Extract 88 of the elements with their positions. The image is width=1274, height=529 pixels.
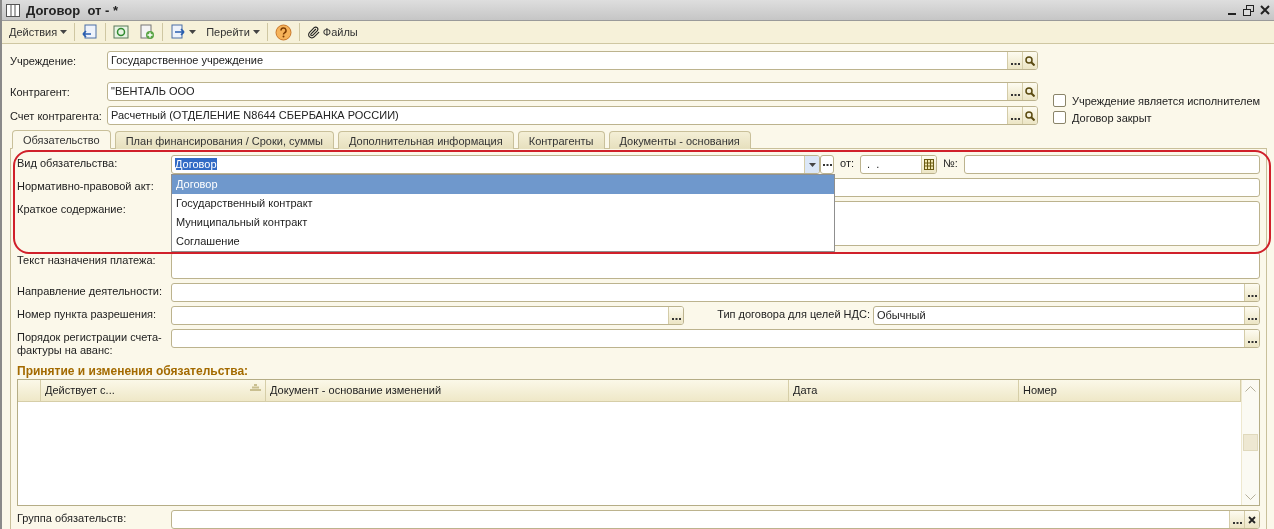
choose-button[interactable] xyxy=(1244,284,1259,301)
search-icon xyxy=(1025,110,1035,121)
goto-menu[interactable]: Перейти xyxy=(203,22,263,42)
calendar-icon xyxy=(924,159,934,170)
chevron-up-icon xyxy=(1245,385,1256,392)
field-label: Порядок регистрации счета-фактуры на аванс: xyxy=(17,330,163,357)
refresh-icon xyxy=(113,24,130,40)
date-field[interactable]: . . xyxy=(860,155,937,174)
text-field[interactable]: Обычный xyxy=(873,306,1260,325)
field-label: Номер пункта разрешения: xyxy=(17,307,158,321)
field-label: Контрагент: xyxy=(10,85,71,98)
dots-icon xyxy=(671,318,681,321)
choose-button[interactable] xyxy=(1007,83,1022,100)
actions-menu[interactable]: Действия xyxy=(6,22,71,42)
text-field[interactable] xyxy=(171,329,1260,348)
dots-icon xyxy=(1010,118,1020,121)
document-arrow-icon xyxy=(170,24,187,40)
search-button[interactable] xyxy=(1022,107,1037,124)
field-label: Текст назначения платежа: xyxy=(17,253,157,267)
caret-icon xyxy=(252,30,260,34)
tab[interactable]: Контрагенты xyxy=(517,131,605,149)
calendar-button[interactable] xyxy=(921,156,936,173)
files-button[interactable]: Файлы xyxy=(303,22,361,42)
dots-icon xyxy=(1247,341,1257,344)
caret-icon xyxy=(808,162,816,167)
field-label: Вид обязательства: xyxy=(17,156,119,170)
tab[interactable]: План финансирования / Сроки, суммы xyxy=(114,131,334,149)
choose-button[interactable] xyxy=(1007,52,1022,69)
field-label: Учреждение: xyxy=(10,54,78,67)
choose-button[interactable] xyxy=(1229,511,1244,528)
scroll-thumb[interactable] xyxy=(1243,434,1258,451)
sort-icon xyxy=(250,384,261,391)
dots-icon xyxy=(1010,63,1020,66)
field-label: от: xyxy=(839,156,855,171)
text-field[interactable] xyxy=(171,510,1260,529)
close-icon xyxy=(1248,515,1256,524)
help-icon xyxy=(274,23,292,41)
text-field[interactable]: Расчетный (ОТДЕЛЕНИЕ N8644 СБЕРБАНКА РОССИИ) xyxy=(107,106,1038,125)
close-icon[interactable] xyxy=(1260,5,1270,15)
checkbox[interactable] xyxy=(1053,111,1066,124)
combo-field[interactable]: Договор xyxy=(171,155,820,174)
section-title: Принятие и изменения обязательства: xyxy=(17,364,250,378)
field-label: Группа обязательств: xyxy=(17,511,128,525)
text-field[interactable] xyxy=(171,283,1260,302)
search-button[interactable] xyxy=(1022,83,1037,100)
dots-icon xyxy=(1247,295,1257,298)
choose-button[interactable] xyxy=(820,155,834,174)
dots-icon xyxy=(822,164,832,167)
choose-button[interactable] xyxy=(1244,330,1259,347)
column-header[interactable]: Документ - основание изменений xyxy=(266,380,789,401)
column-header[interactable]: Дата xyxy=(789,380,1019,401)
checkbox[interactable] xyxy=(1053,94,1066,107)
field-label: Направление деятельности: xyxy=(17,284,163,298)
search-icon xyxy=(1025,55,1035,66)
tab[interactable]: Документы - основания xyxy=(608,131,751,149)
search-button[interactable] xyxy=(1022,52,1037,69)
checkbox-label: Договор закрыт xyxy=(1072,111,1152,124)
document-plus-icon xyxy=(139,24,156,40)
chevron-down-icon xyxy=(1245,493,1256,500)
field-label: №: xyxy=(942,156,959,171)
clear-button[interactable] xyxy=(1244,511,1259,528)
restore-icon[interactable] xyxy=(1243,4,1254,16)
window-title: Договор от - * xyxy=(26,2,120,18)
choose-button[interactable] xyxy=(1244,307,1259,324)
text-field[interactable]: "ВЕНТАЛЬ ООО xyxy=(107,82,1038,101)
tab[interactable]: Обязательство xyxy=(12,130,111,149)
table-icon xyxy=(6,3,20,17)
field-label: Счет контрагента: xyxy=(10,109,103,122)
search-icon xyxy=(1025,86,1035,97)
field-label: Краткое содержание: xyxy=(17,202,127,216)
text-field[interactable]: Государственное учреждение xyxy=(107,51,1038,70)
text-area[interactable] xyxy=(171,252,1260,279)
text-field[interactable] xyxy=(171,306,684,325)
dots-icon xyxy=(1010,94,1020,97)
caret-icon xyxy=(189,30,197,34)
dots-icon xyxy=(1247,318,1257,321)
text-field[interactable] xyxy=(963,155,1260,174)
tab[interactable]: Дополнительная информация xyxy=(337,131,514,149)
field-label: Тип договора для целей НДС: xyxy=(716,307,871,321)
dropdown-button[interactable] xyxy=(804,156,819,173)
caret-icon xyxy=(60,30,68,34)
field-label: Нормативно-правовой акт: xyxy=(17,179,155,193)
choose-button[interactable] xyxy=(1007,107,1022,124)
choose-button[interactable] xyxy=(668,307,683,324)
dots-icon xyxy=(1232,522,1242,525)
checkbox-label: Учреждение является исполнителем xyxy=(1072,94,1261,107)
column-header[interactable]: Действует с... xyxy=(41,380,266,401)
paperclip-icon xyxy=(306,25,320,39)
